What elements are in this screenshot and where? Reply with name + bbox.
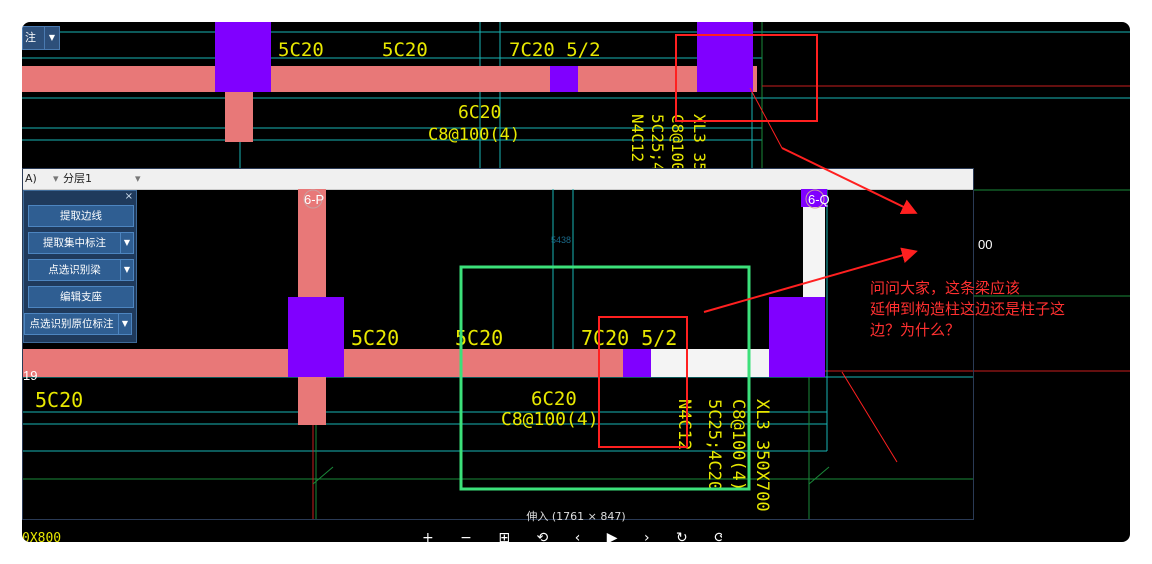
chevron-down-icon[interactable]: ▾	[53, 169, 59, 189]
beam-spec-label: C8@100	[668, 114, 687, 172]
extract-edge-button[interactable]: 提取边线	[28, 205, 134, 227]
combo-label: 注	[25, 31, 36, 44]
beam-spec-label: 5C25;4C20	[704, 399, 724, 491]
question-line: 问问大家，这条梁应该	[870, 279, 1021, 297]
axis-label: 6-P	[304, 192, 324, 207]
tool-panel: × 提取边线 提取集中标注 ▼ 点选识别梁 ▼ 编辑支座 点选识别原位标注 ▼	[23, 190, 137, 343]
question-line: 边？为什么？	[870, 321, 961, 339]
question-annotation: 问问大家，这条梁应该 延伸到构造柱这边还是柱子这 边？为什么？	[870, 278, 1110, 341]
viewer-toolbar[interactable]: + − ⊞ ⟲ ‹ ▶ › ↻ ⟳ ↔ ↕	[422, 531, 722, 542]
axis-label: 19	[23, 368, 37, 383]
beam-spec-label: 5C25;4	[648, 114, 667, 172]
rebar-label: 7C20 5/2	[581, 326, 677, 350]
rebar-label: 5C20	[35, 388, 83, 412]
beam-spec-label: XL3 35	[690, 114, 709, 172]
beam	[22, 66, 757, 92]
rebar-label: 5C20	[382, 39, 428, 61]
axis-label: 6-Q	[808, 192, 830, 207]
rebar-label: 7C20 5/2	[509, 39, 601, 61]
toolbar-item[interactable]: A)	[25, 169, 37, 189]
beam-spec-label: N4C12	[628, 114, 647, 162]
pick-identify-beam-button[interactable]: 点选识别梁 ▼	[28, 259, 134, 281]
chevron-down-icon[interactable]: ▼	[120, 260, 133, 280]
rebar-label: 5C20	[278, 39, 324, 61]
dimension-text: 0X800	[22, 531, 61, 542]
stirrup-label: C8@100(4)	[501, 409, 599, 430]
image-caption: 伸入 (1761 × 847)	[526, 510, 626, 523]
beam-spec-label: XL3 350X700	[752, 399, 772, 512]
dimension-text: 00	[978, 237, 992, 252]
layer-select[interactable]: 分层1	[63, 169, 92, 189]
question-line: 延伸到构造柱这边还是柱子这	[870, 300, 1066, 318]
beam-spec-label: C8@100(4)	[728, 399, 748, 491]
dimension-text: 5438	[551, 235, 571, 245]
layer-toolbar: A) ▾ 分层1 ▾	[23, 169, 973, 190]
column	[623, 349, 651, 377]
rebar-label: 5C20	[351, 326, 399, 350]
close-icon[interactable]: ×	[125, 191, 133, 202]
embedded-screenshot: A) ▾ 分层1 ▾ 6-P 6-Q 19 5438 5C20 5C20 7C2…	[22, 168, 974, 520]
column	[550, 66, 578, 92]
leader-line	[808, 466, 830, 485]
rebar-label: 6C20	[458, 102, 501, 123]
chevron-down-icon[interactable]: ▼	[120, 233, 133, 253]
pick-identify-inplace-button[interactable]: 点选识别原位标注 ▼	[24, 313, 132, 335]
extract-annotation-button[interactable]: 提取集中标注 ▼	[28, 232, 134, 254]
edit-support-button[interactable]: 编辑支座	[28, 286, 134, 308]
stirrup-label: C8@100(4)	[428, 125, 520, 145]
column	[288, 297, 344, 377]
column	[697, 22, 753, 92]
column	[215, 22, 271, 92]
rebar-label: 6C20	[531, 388, 577, 410]
chevron-down-icon[interactable]: ▼	[118, 314, 131, 334]
top-combo-box[interactable]: 注 ▼	[22, 26, 60, 50]
beam	[225, 92, 253, 142]
column	[769, 297, 825, 377]
chevron-down-icon[interactable]: ▾	[135, 169, 141, 189]
chevron-down-icon[interactable]: ▼	[44, 27, 59, 49]
beam-spec-label: N4C12	[674, 399, 694, 450]
inner-cad-drawing: 6-P 6-Q 19 5438 5C20 5C20 7C20 5/2 5C20 …	[23, 189, 973, 519]
